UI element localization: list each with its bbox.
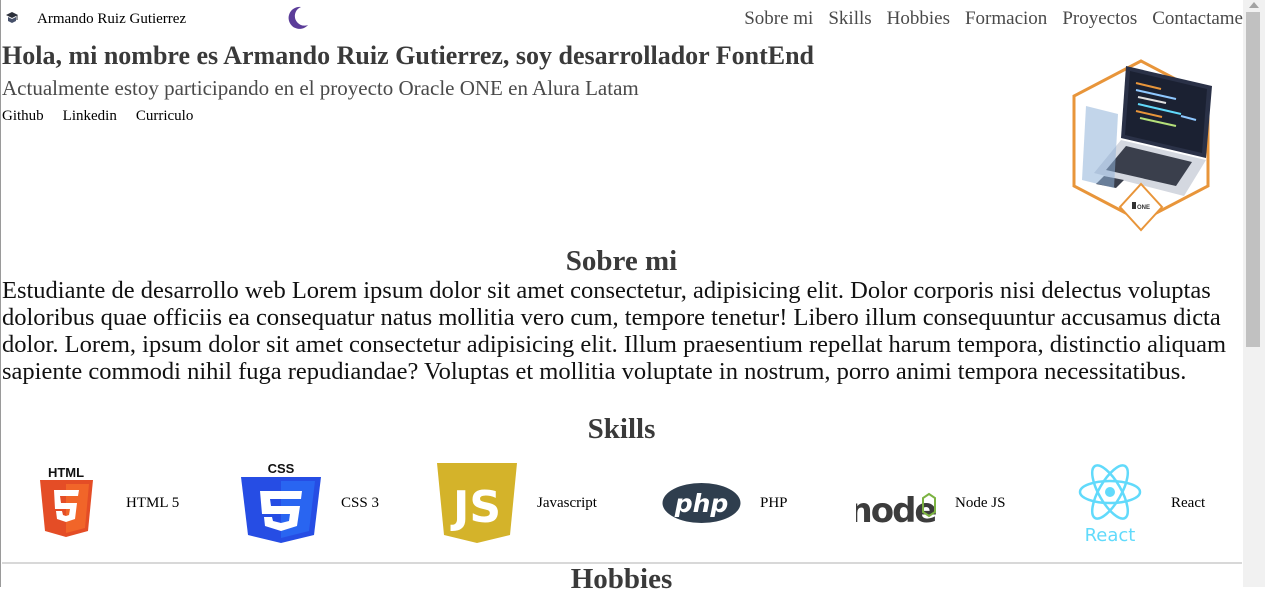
react-logo-text: React [1085,525,1136,544]
nav-link-hobbies[interactable]: Hobbies [887,8,950,30]
hero-subtitle: Actualmente estoy participando en el pro… [2,76,639,100]
nav-link-sobre-mi[interactable]: Sobre mi [744,8,813,30]
react-icon: React [1078,464,1142,544]
skill-label-nodejs: Node JS [955,495,1006,511]
skills-title: Skills [587,413,656,445]
nodejs-icon: node [856,491,936,531]
nav-link-proyectos[interactable]: Proyectos [1062,8,1137,30]
php-icon: php [662,483,741,523]
brand-logo-icon [6,12,18,23]
hobbies-title: Hobbies [570,563,673,595]
main-nav: Sobre mi Skills Hobbies Formacion Proyec… [744,8,1243,30]
html5-logo-text: HTML [48,465,84,480]
dark-mode-moon-icon[interactable] [287,6,309,30]
css3-logo-text: CSS [268,461,295,476]
skill-label-react: React [1171,495,1206,511]
skill-label-css3: CSS 3 [341,495,379,511]
scrollbar-thumb[interactable] [1246,12,1260,347]
about-title: Sobre mi [565,245,678,277]
about-text: Estudiante de desarrollo web Lorem ipsum… [2,277,1227,385]
skill-label-javascript: Javascript [537,495,597,511]
social-links: Github Linkedin Curriculo [2,107,193,125]
linkedin-link[interactable]: Linkedin [63,107,117,125]
javascript-icon: JS [437,463,517,543]
hero-title: Hola, mi nombre es Armando Ruiz Gutierre… [2,41,815,70]
hero-laptop-illustration: ONE [1072,59,1212,232]
css3-icon: CSS [241,461,321,543]
skill-label-php: PHP [760,495,788,511]
skill-label-html5: HTML 5 [126,495,180,511]
html5-icon: HTML [40,465,93,537]
nav-link-formacion[interactable]: Formacion [965,8,1047,30]
nav-link-contactame[interactable]: Contactame [1152,8,1243,30]
brand-name[interactable]: Armando Ruiz Gutierrez [37,10,186,28]
one-badge-text: ONE [1137,205,1150,211]
nav-link-skills[interactable]: Skills [828,8,871,30]
github-link[interactable]: Github [2,107,44,125]
curriculo-link[interactable]: Curriculo [136,107,194,125]
php-logo-text: php [674,489,729,518]
javascript-logo-text: JS [450,482,501,533]
scroll-up-arrow-icon[interactable] [1249,2,1259,8]
